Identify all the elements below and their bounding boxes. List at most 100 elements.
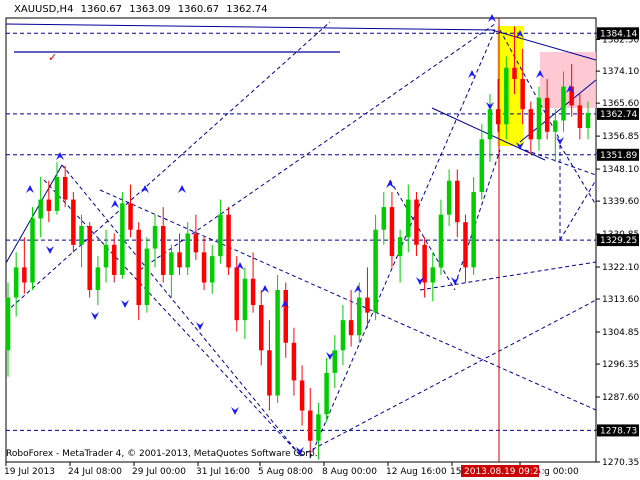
- y-axis-tick-label: 1339.60: [602, 197, 639, 207]
- candle-body: [536, 97, 542, 140]
- candle-body: [308, 410, 313, 441]
- chart-header: XAUUSD,H4 1360.67 1363.09 1360.67 1362.7…: [14, 4, 272, 15]
- copyright-text: RoboForex - MetaTrader 4, © 2001-2013, M…: [6, 449, 318, 459]
- low-value: 1360.67: [177, 4, 220, 15]
- fractal-up-arrow-icon: [26, 185, 34, 193]
- x-axis-tick-label: 24 Jul 08:00: [68, 467, 122, 477]
- candle-body: [62, 176, 68, 200]
- candle-body: [340, 320, 346, 351]
- candle-body: [258, 305, 264, 351]
- fractal-down-arrow-icon: [121, 300, 129, 308]
- candle-body: [136, 229, 141, 306]
- fractal-down-arrow-icon: [196, 322, 204, 330]
- candle-body: [5, 297, 11, 351]
- candle-body: [22, 267, 27, 283]
- fractal-up-arrow-icon: [261, 285, 269, 293]
- candle-body: [95, 267, 101, 291]
- x-axis-tick-label: 12 Aug 16:00: [386, 467, 447, 477]
- fractal-up-arrow-icon: [141, 185, 149, 193]
- high-value: 1363.09: [129, 4, 171, 15]
- trend-line: [419, 261, 597, 291]
- candle-body: [422, 244, 427, 283]
- candle-body: [504, 67, 509, 125]
- candle-body: [128, 203, 133, 230]
- candle-body: [389, 207, 395, 257]
- trend-line: [559, 144, 597, 206]
- candle-body: [455, 180, 460, 223]
- candle-body: [365, 297, 370, 313]
- candle-body: [528, 109, 534, 140]
- candle-body: [299, 380, 305, 411]
- chart-window: ✓1384.151382.501374.101365.601356.851348…: [0, 0, 640, 480]
- fractal-down-arrow-icon: [46, 246, 54, 254]
- candle-body: [250, 278, 256, 306]
- x-axis-tick-label: 31 Jul 16:00: [196, 467, 250, 477]
- y-axis-tick-label: 1304.85: [602, 328, 639, 338]
- candle-body: [30, 218, 35, 283]
- candle-body: [209, 256, 215, 283]
- candle-body: [357, 297, 362, 336]
- candle-body: [120, 203, 125, 275]
- fractal-down-arrow-icon: [91, 312, 99, 320]
- candle-body: [79, 225, 84, 245]
- candle-body: [397, 237, 403, 257]
- trend-line: [454, 149, 501, 286]
- y-axis-tick-label: 1313.60: [602, 295, 639, 305]
- candle-body: [234, 267, 239, 321]
- candle-body: [144, 248, 150, 306]
- fractal-up-arrow-icon: [468, 70, 476, 78]
- candle-body: [577, 105, 583, 129]
- price-label: 1384.14: [600, 29, 637, 39]
- candle-body: [87, 225, 92, 291]
- candle-body: [446, 180, 452, 215]
- candle-body: [324, 372, 329, 415]
- candle-body: [479, 139, 485, 193]
- candle-body: [520, 79, 525, 110]
- candle-body: [471, 192, 476, 268]
- candle-body: [193, 233, 199, 253]
- x-axis-tick-label: 19 Jul 2013: [4, 467, 55, 477]
- y-axis-tick-label: 1322.10: [602, 263, 639, 273]
- symbol-label: XAUUSD,H4: [14, 4, 74, 15]
- candle-body: [463, 222, 468, 268]
- candle-body: [46, 199, 52, 211]
- candle-body: [487, 109, 493, 140]
- y-axis-tick-label: 1365.60: [602, 99, 639, 109]
- candle-body: [38, 199, 43, 219]
- candle-body: [316, 414, 321, 441]
- fractal-up-arrow-icon: [111, 200, 119, 208]
- target-zone-yellow: [497, 26, 523, 146]
- price-label: 1362.74: [600, 110, 637, 120]
- trend-line: [5, 21, 331, 313]
- candle-body: [185, 233, 190, 268]
- candle-body: [283, 290, 288, 343]
- fractal-up-arrow-icon: [354, 285, 362, 293]
- candle-body: [414, 199, 419, 245]
- fractal-down-arrow-icon: [556, 137, 564, 145]
- candle-body: [381, 207, 387, 230]
- price-chart: ✓1384.151382.501374.101365.601356.851348…: [4, 14, 639, 477]
- candle-body: [177, 252, 182, 268]
- candle-body: [152, 225, 158, 249]
- candle-body: [169, 252, 174, 275]
- price-label: 1278.73: [600, 426, 637, 436]
- y-axis-tick-label: 1356.85: [602, 132, 639, 142]
- candle-body: [111, 244, 117, 275]
- candle-body: [160, 225, 166, 275]
- y-axis-tick-label: 1287.60: [602, 393, 639, 403]
- y-axis-tick-label: 1296.35: [602, 360, 639, 370]
- price-label: 1351.89: [600, 151, 637, 161]
- trend-line: [99, 189, 597, 411]
- candle-body: [242, 278, 248, 321]
- candle-body: [291, 342, 297, 381]
- candle-body: [332, 350, 338, 373]
- candle-body: [512, 67, 517, 80]
- candle-body: [13, 267, 19, 298]
- candle-body: [54, 176, 60, 211]
- candle-body: [495, 109, 501, 125]
- x-axis-tick-label: 29 Jul 00:00: [132, 467, 186, 477]
- candle-body: [438, 214, 444, 268]
- fractal-up-arrow-icon: [178, 185, 186, 193]
- candle-body: [348, 320, 354, 336]
- check-mark-icon: ✓: [48, 51, 57, 64]
